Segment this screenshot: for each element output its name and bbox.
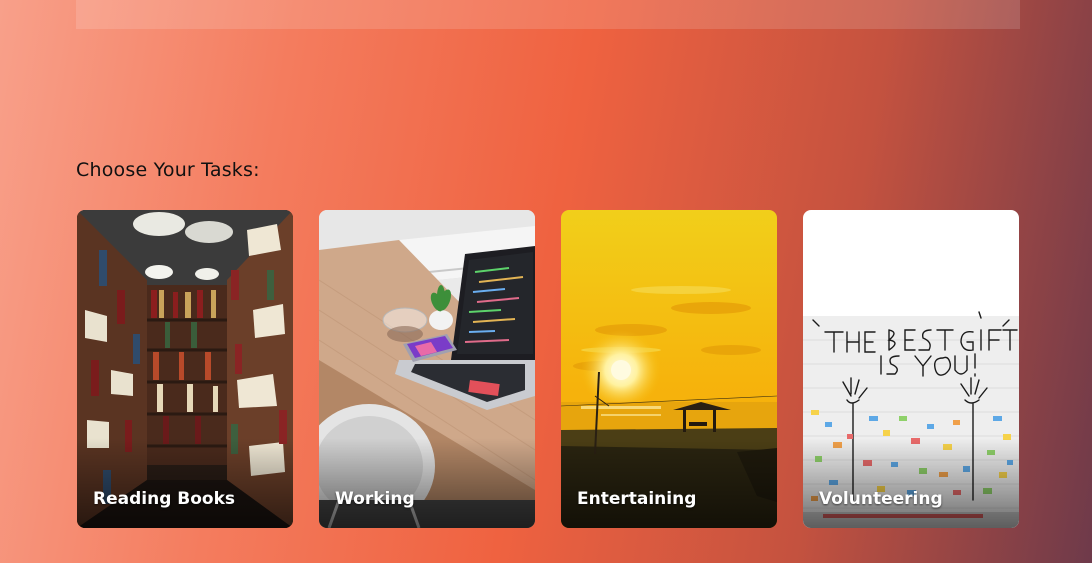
card-label: Volunteering xyxy=(819,489,943,509)
task-card-entertaining[interactable]: Entertaining xyxy=(561,210,777,528)
task-card-working[interactable]: Working xyxy=(319,210,535,528)
card-label: Reading Books xyxy=(93,489,236,509)
task-cards: Reading Books Working Entertaining Volun… xyxy=(77,210,1019,528)
task-card-reading-books[interactable]: Reading Books xyxy=(77,210,293,528)
top-banner-strip xyxy=(76,0,1020,29)
task-card-volunteering[interactable]: Volunteering xyxy=(803,210,1019,528)
section-title: Choose Your Tasks: xyxy=(76,159,260,181)
card-label: Working xyxy=(335,489,415,509)
card-label: Entertaining xyxy=(577,489,697,509)
